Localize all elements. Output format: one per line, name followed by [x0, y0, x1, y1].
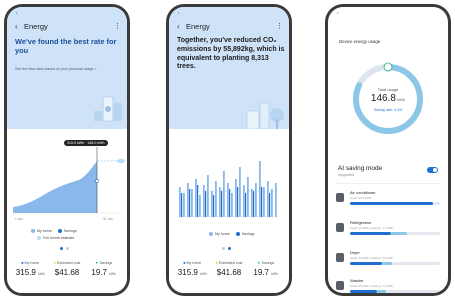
savings-icon: ▼	[257, 261, 261, 265]
rate-link[interactable]: See the best rates based on your persona…	[15, 67, 105, 72]
legend-full-month: Full month estimate	[37, 236, 74, 241]
stat-my-home: ■ My home 315.9 kWh	[177, 261, 207, 277]
page-indicator[interactable]	[222, 247, 231, 250]
page-indicator[interactable]	[60, 247, 69, 250]
usage-fill	[350, 202, 433, 205]
phone-screen-3: • Device energy usage Total usage 146.8 …	[325, 4, 451, 296]
cost-icon: ●	[215, 261, 218, 265]
trees-illustration	[246, 102, 284, 129]
stat-savings: ▼ Savings 19.7 kWh	[91, 261, 116, 277]
device-row[interactable]: Air conditioner Used: 32.3 kWh	[336, 189, 442, 217]
co2-headline: Together, you've reduced CO₂ emissions b…	[177, 37, 285, 71]
stats-panel: ■ My home 315.9 kWh ● Estimated cost $41…	[12, 256, 122, 286]
air-conditioner-icon	[336, 193, 344, 202]
x-axis-end: 31 Jan	[103, 217, 113, 221]
device-name: Washer	[350, 278, 364, 283]
refrigerator-icon	[336, 223, 344, 232]
saving-fill	[390, 232, 407, 235]
app-bar: ‹ Energy ⋮	[177, 19, 283, 33]
chart-legend-2: Full month estimate	[37, 236, 74, 241]
ai-saving-toggle[interactable]	[427, 167, 438, 173]
page-title: Energy	[186, 21, 210, 31]
more-options-icon[interactable]: ⋮	[114, 22, 121, 30]
saving-fill	[381, 262, 393, 265]
home-icon: ■	[21, 261, 24, 265]
stat-my-home: ■ My home 315.9 kWh	[15, 261, 45, 277]
total-usage-label: Total usage	[377, 87, 399, 92]
ai-saving-subtitle: Supported	[338, 173, 354, 177]
saving-fill	[377, 290, 386, 293]
device-usage-meta: Used: 32.3 kWh	[350, 196, 372, 200]
ai-saving-title: AI saving mode	[338, 165, 383, 172]
more-options-icon[interactable]: ⋮	[276, 22, 283, 30]
usage-area-chart	[13, 147, 125, 214]
section-title: Device energy usage	[339, 39, 381, 44]
headline: We've found the best rate for you	[15, 37, 117, 55]
ai-saving-row: AI saving mode Supported	[338, 165, 440, 177]
device-usage-bar	[350, 262, 440, 265]
stat-estimated-cost: ● Estimated cost $41.68	[53, 261, 81, 277]
home-icon: ■	[183, 261, 186, 265]
device-usage-meta: Used: 15 kWh | Saving: 2.3 kWh	[350, 284, 394, 288]
device-name: Dryer	[350, 250, 360, 255]
chart-legend: My home Savings	[31, 229, 77, 234]
device-row[interactable]: Refrigerator Used: 22 kWh | Saving: 3.7 k…	[336, 219, 442, 247]
app-bar: ‹ Energy ⋮	[15, 19, 121, 33]
stat-estimated-cost: ● Estimated cost $41.68	[215, 261, 243, 277]
status-bar: •	[337, 10, 339, 15]
cost-icon: ●	[53, 261, 56, 265]
washer-icon	[336, 281, 344, 290]
legend-savings: Savings	[57, 229, 77, 234]
device-usage-bar	[350, 202, 440, 205]
device-usage-meta: Used: 22 kWh | Saving: 3.7 kWh	[350, 226, 394, 230]
device-name: Refrigerator	[350, 220, 372, 225]
back-arrow-icon[interactable]: ‹	[177, 22, 186, 31]
device-row[interactable]: Washer Used: 15 kWh | Saving: 2.3 kWh	[336, 277, 442, 293]
total-usage-value: 146.8 kWh	[370, 93, 406, 104]
savings-icon: ▼	[95, 261, 99, 265]
divider	[336, 183, 440, 184]
legend-my-home: My home	[31, 229, 52, 234]
dryer-icon	[336, 253, 344, 262]
status-bar: •	[178, 10, 180, 15]
device-name: Air conditioner	[350, 190, 376, 195]
appliance-illustration	[94, 96, 122, 122]
legend-my-home: My home	[209, 232, 230, 237]
saving-rate: Saving rate: 4.4%	[373, 108, 403, 112]
energy-rate-screen: • ‹ Energy ⋮ We've found the best rate f…	[7, 7, 127, 293]
phone-screen-2: • ‹ Energy ⋮ Together, you've reduced CO…	[166, 4, 292, 296]
usage-fill	[350, 232, 391, 235]
stats-panel: ■ My home 315.9 kWh ● Estimated cost $41…	[174, 256, 284, 286]
legend-savings: Savings	[235, 232, 255, 237]
page-title: Energy	[24, 21, 48, 31]
status-bar: •	[16, 10, 18, 15]
device-row[interactable]: Dryer Used: 18 kWh | Saving: 2.5 kWh	[336, 249, 442, 277]
usage-fill	[350, 290, 377, 293]
device-usage-bar	[350, 232, 440, 235]
back-arrow-icon[interactable]: ‹	[15, 22, 24, 31]
device-usage-meta: Used: 18 kWh | Saving: 2.5 kWh	[350, 256, 394, 260]
device-usage-bar	[350, 290, 440, 293]
phone-screen-1: • ‹ Energy ⋮ We've found the best rate f…	[4, 4, 130, 296]
co2-savings-screen: • ‹ Energy ⋮ Together, you've reduced CO…	[169, 7, 289, 293]
usage-fill	[350, 262, 382, 265]
chart-tooltip: 315.9 kWh · 148.0 kWh	[64, 140, 108, 146]
stat-savings: ▼ Savings 19.7 kWh	[253, 261, 278, 277]
x-axis-start: 1 Jan	[15, 217, 23, 221]
chart-legend: My home Savings	[209, 232, 255, 237]
usage-bar-chart	[177, 161, 279, 218]
device-usage-screen: • Device energy usage Total usage 146.8 …	[328, 7, 448, 293]
